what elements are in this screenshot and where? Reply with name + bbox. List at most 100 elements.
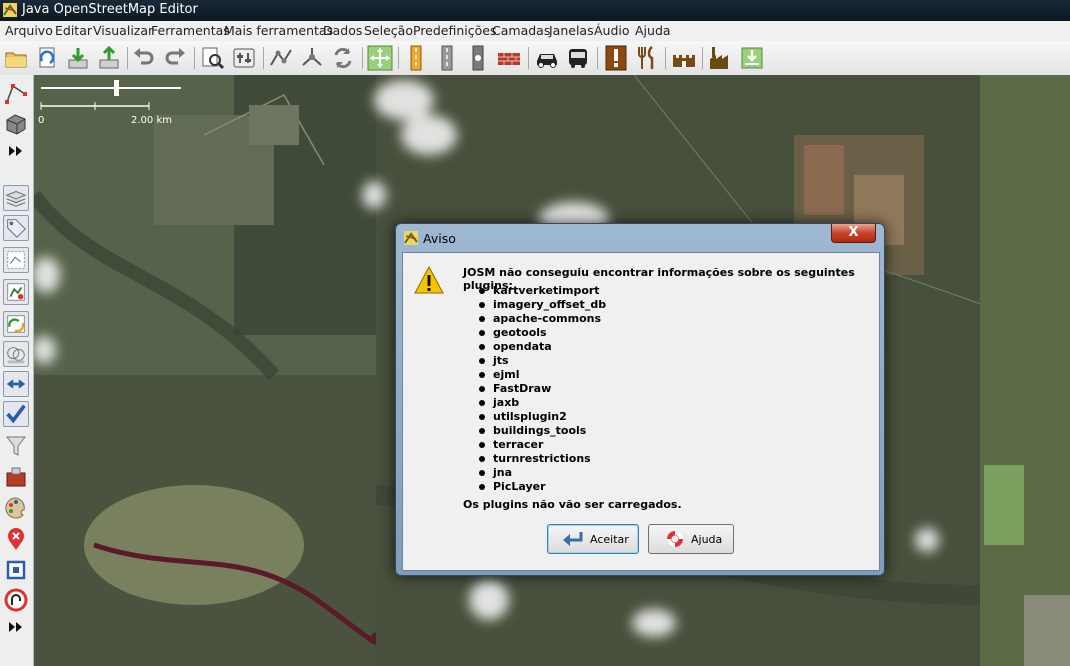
download-icon[interactable] [65, 45, 91, 71]
window-title: Java OpenStreetMap Editor [22, 2, 198, 17]
menu-ferramentas[interactable]: Ferramentas [151, 23, 230, 38]
expand-tools-icon[interactable] [3, 138, 29, 164]
plugin-item: terracer [479, 438, 606, 452]
minimap-icon[interactable] [3, 371, 29, 397]
zoom-search-icon[interactable] [200, 45, 226, 71]
preferences-icon[interactable] [231, 45, 257, 71]
toolbar-separator [597, 47, 598, 69]
plugin-item: kartverketimport [479, 284, 606, 298]
menu-arquivo[interactable]: Arquivo [5, 23, 53, 38]
toolbar-separator [127, 47, 128, 69]
plugin-item: jaxb [479, 396, 606, 410]
menu-audio[interactable]: Áudio [594, 23, 630, 38]
plugin-item: imagery_offset_db [479, 298, 606, 312]
dialog-footer-message: Os plugins não vão ser carregados. [463, 498, 682, 511]
plugin-item: FastDraw [479, 382, 606, 396]
primary-road-icon[interactable] [403, 45, 429, 71]
residential-road-icon[interactable] [434, 45, 460, 71]
menu-janelas[interactable]: Janelas [549, 23, 594, 38]
notes-icon[interactable] [3, 464, 29, 490]
castle-icon[interactable] [671, 45, 697, 71]
window-titlebar: Java OpenStreetMap Editor [0, 0, 1070, 21]
plugin-item: turnrestrictions [479, 452, 606, 466]
plugin-item: PicLayer [479, 480, 606, 494]
menu-bar: Arquivo Editar Visualizar Ferramentas Ma… [0, 21, 1070, 42]
split-way-icon[interactable] [268, 45, 294, 71]
dialog-title: Aviso [423, 231, 456, 246]
plugin-item: jna [479, 466, 606, 480]
selection-list-icon[interactable] [3, 247, 29, 273]
combine-way-icon[interactable] [299, 45, 325, 71]
download-along-icon[interactable] [739, 45, 765, 71]
warning-dialog: Aviso X JOSM não conseguiu encontrar inf… [395, 223, 885, 576]
building-3d-icon[interactable] [3, 110, 29, 136]
scale-start-label: 0 [38, 115, 45, 126]
tags-icon[interactable] [3, 215, 29, 241]
zoom-slider-handle[interactable] [114, 80, 119, 96]
plugin-list: kartverketimport imagery_offset_db apach… [479, 284, 606, 494]
toolbar-separator [665, 47, 666, 69]
open-file-icon[interactable] [3, 45, 29, 71]
toolbar-separator [528, 47, 529, 69]
filter-icon[interactable] [3, 433, 29, 459]
industrial-icon[interactable] [708, 45, 734, 71]
dialog-close-button[interactable]: X [831, 224, 876, 243]
plugin-item: apache-commons [479, 312, 606, 326]
plugin-item: utilsplugin2 [479, 410, 606, 424]
menu-editar[interactable]: Editar [55, 23, 92, 38]
menu-selecao[interactable]: Seleção [364, 23, 413, 38]
left-toolbar [0, 75, 34, 666]
toolbar-separator [702, 47, 703, 69]
layers-icon[interactable] [3, 185, 29, 211]
marker-icon[interactable] [3, 526, 29, 552]
help-button[interactable]: Ajuda [648, 524, 734, 554]
plugin-item: jts [479, 354, 606, 368]
redo-icon[interactable] [162, 45, 188, 71]
scale-bar [40, 80, 181, 110]
conflict-icon[interactable] [3, 311, 29, 337]
restaurant-icon[interactable] [634, 45, 660, 71]
plugin-item: geotools [479, 326, 606, 340]
accept-button[interactable]: Aceitar [547, 524, 639, 554]
menu-predefinicoes[interactable]: Predefinições [413, 23, 497, 38]
car-icon[interactable] [534, 45, 560, 71]
menu-visualizar[interactable]: Visualizar [93, 23, 153, 38]
warning-icon [414, 265, 444, 294]
toolbar-separator [362, 47, 363, 69]
building-wall-icon[interactable] [496, 45, 522, 71]
exclamation-icon[interactable] [603, 45, 629, 71]
validator-checkmark-icon[interactable] [3, 401, 29, 427]
toolbar-separator [398, 47, 399, 69]
imagery-adjust-icon[interactable] [3, 557, 29, 583]
dialog-body: JOSM não conseguiu encontrar informações… [402, 252, 880, 571]
toolbar-separator [263, 47, 264, 69]
main-toolbar [0, 41, 1070, 76]
plugin-item: buildings_tools [479, 424, 606, 438]
relation-list-icon[interactable] [3, 341, 29, 367]
bus-icon[interactable] [565, 45, 591, 71]
undo-icon[interactable] [131, 45, 157, 71]
expand-panels-icon[interactable] [3, 614, 29, 640]
menu-dados[interactable]: Dados [323, 23, 362, 38]
menu-mais-ferramentas[interactable]: Mais ferramentas [224, 23, 333, 38]
orthogonalize-icon[interactable] [367, 45, 393, 71]
turn-restriction-icon[interactable] [3, 587, 29, 613]
scale-end-label: 2.00 km [131, 115, 172, 126]
history-icon[interactable] [3, 279, 29, 305]
josm-app-icon [404, 231, 418, 245]
plugin-item: ejml [479, 368, 606, 382]
track-road-icon[interactable] [465, 45, 491, 71]
menu-ajuda[interactable]: Ajuda [635, 23, 671, 38]
accept-arrow-icon [563, 532, 583, 546]
help-button-label: Ajuda [691, 533, 723, 546]
reverse-way-icon[interactable] [330, 45, 356, 71]
map-paint-styles-icon[interactable] [3, 495, 29, 521]
draw-nodes-icon[interactable] [3, 80, 29, 106]
josm-app-icon [3, 3, 17, 17]
lifebuoy-icon [667, 531, 683, 547]
upload-icon[interactable] [96, 45, 122, 71]
reload-file-icon[interactable] [34, 45, 60, 71]
toolbar-separator [194, 47, 195, 69]
accept-button-label: Aceitar [590, 533, 629, 546]
menu-camadas[interactable]: Camadas [492, 23, 550, 38]
